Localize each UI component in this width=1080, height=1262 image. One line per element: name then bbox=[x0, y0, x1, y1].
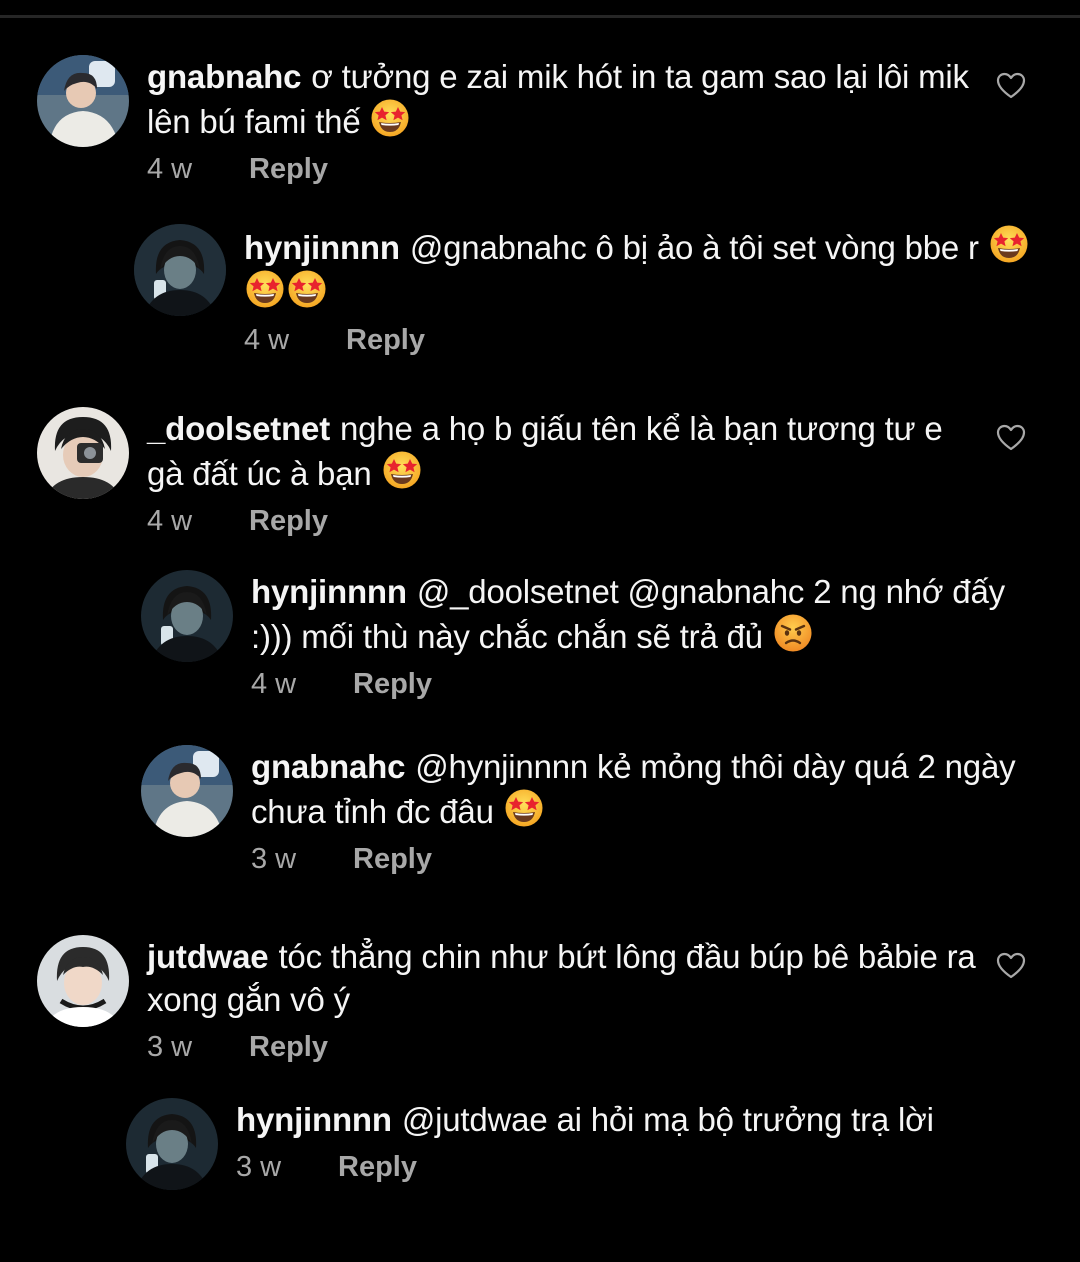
avatar[interactable] bbox=[37, 55, 129, 147]
comment-username[interactable]: jutdwae bbox=[147, 938, 269, 975]
comment-text: tóc thẳng chin như bứt lông đầu búp bê b… bbox=[147, 938, 976, 1018]
reply-button[interactable]: Reply bbox=[338, 1145, 417, 1189]
comment-timestamp: 3 w bbox=[236, 1151, 282, 1183]
reply-button[interactable]: Reply bbox=[353, 662, 432, 706]
avatar[interactable] bbox=[37, 407, 129, 499]
comment-username[interactable]: hynjinnnn bbox=[251, 573, 407, 610]
avatar[interactable] bbox=[126, 1098, 218, 1190]
comment-timestamp: 4 w bbox=[147, 153, 193, 185]
heart-outline-icon[interactable] bbox=[995, 70, 1027, 102]
comment-timestamp: 3 w bbox=[147, 1031, 193, 1063]
comment-username[interactable]: _doolsetnet bbox=[147, 410, 330, 447]
reply-button[interactable]: Reply bbox=[353, 837, 432, 881]
comment-timestamp: 4 w bbox=[147, 505, 193, 537]
comment-text: @gnabnahc ô bị ảo à tôi set vòng bbe r bbox=[409, 229, 979, 266]
star-struck-emoji bbox=[370, 98, 410, 138]
star-struck-emoji bbox=[245, 269, 285, 309]
heart-outline-icon[interactable] bbox=[995, 950, 1027, 982]
star-struck-emoji bbox=[504, 788, 544, 828]
avatar[interactable] bbox=[37, 935, 129, 1027]
comment-timestamp: 3 w bbox=[251, 843, 297, 875]
comment-username[interactable]: gnabnahc bbox=[251, 748, 405, 785]
reply-button[interactable]: Reply bbox=[249, 147, 328, 191]
angry-face-emoji bbox=[773, 613, 813, 653]
star-struck-emoji bbox=[382, 450, 422, 490]
comment-username[interactable]: hynjinnnn bbox=[236, 1101, 392, 1138]
avatar[interactable] bbox=[141, 570, 233, 662]
comment-username[interactable]: hynjinnnn bbox=[244, 229, 400, 266]
comment-timestamp: 4 w bbox=[251, 668, 297, 700]
reply-button[interactable]: Reply bbox=[249, 499, 328, 543]
comment-timestamp: 4 w bbox=[244, 324, 290, 356]
heart-outline-icon[interactable] bbox=[995, 422, 1027, 454]
reply-button[interactable]: Reply bbox=[346, 318, 425, 362]
reply-button[interactable]: Reply bbox=[249, 1025, 328, 1069]
star-struck-emoji bbox=[287, 269, 327, 309]
comment-username[interactable]: gnabnahc bbox=[147, 58, 301, 95]
avatar[interactable] bbox=[141, 745, 233, 837]
comment-text: @jutdwae ai hỏi mạ bộ trưởng trạ lời bbox=[401, 1101, 934, 1138]
star-struck-emoji bbox=[989, 224, 1029, 264]
top-divider bbox=[0, 15, 1080, 18]
avatar[interactable] bbox=[134, 224, 226, 316]
